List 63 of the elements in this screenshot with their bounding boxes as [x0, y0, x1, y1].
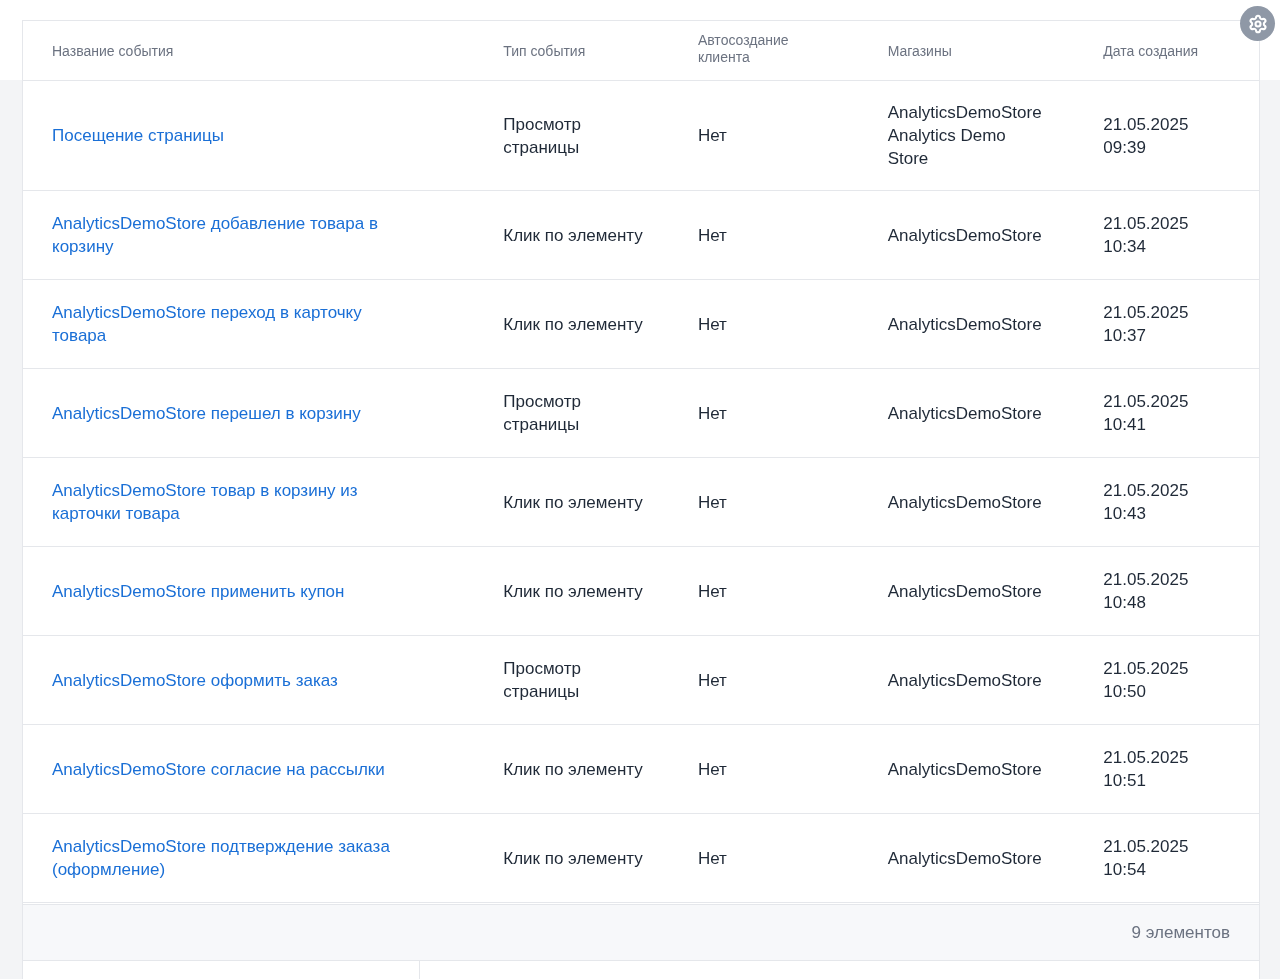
- store-name: AnalyticsDemoStore: [887, 313, 1042, 336]
- store-name: AnalyticsDemoStore: [887, 580, 1042, 603]
- event-type: Клик по элементу: [503, 580, 643, 603]
- column-header[interactable]: Название события: [52, 42, 174, 60]
- event-link[interactable]: AnalyticsDemoStore товар в корзину из карточки товара: [52, 479, 417, 525]
- event-link[interactable]: AnalyticsDemoStore применить купон: [52, 579, 345, 603]
- event-type: Клик по элементу: [503, 758, 643, 781]
- settings-button[interactable]: [1240, 6, 1275, 41]
- event-link[interactable]: AnalyticsDemoStore согласие на рассылки: [52, 757, 385, 781]
- store-name: AnalyticsDemoStore: [887, 758, 1042, 781]
- column-header[interactable]: Автосоздание клиента: [697, 32, 828, 66]
- event-link[interactable]: AnalyticsDemoStore добавление товара в корзину: [52, 212, 417, 258]
- created-date: 21.05.2025: [1103, 747, 1189, 769]
- column-header[interactable]: Тип события: [503, 42, 586, 60]
- event-type: Клик по элементу: [503, 491, 643, 514]
- event-link[interactable]: AnalyticsDemoStore оформить заказ: [52, 668, 338, 692]
- created-date: 21.05.2025: [1103, 213, 1189, 235]
- created-time: 09:39: [1103, 136, 1146, 159]
- store-name: AnalyticsDemoStore: [887, 224, 1042, 247]
- autocreate-value: Нет: [697, 314, 727, 334]
- autocreate-value: Нет: [697, 670, 727, 690]
- created-time: 10:41: [1103, 414, 1146, 436]
- created-date: 21.05.2025: [1103, 302, 1189, 324]
- created-time: 10:48: [1103, 592, 1146, 614]
- created-time: 10:43: [1103, 503, 1146, 525]
- created-date: 21.05.2025: [1103, 569, 1189, 591]
- autocreate-value: Нет: [697, 581, 727, 601]
- created-date: 21.05.2025: [1103, 113, 1189, 136]
- event-link[interactable]: AnalyticsDemoStore перешел в корзину: [52, 401, 361, 425]
- created-date: 21.05.2025: [1103, 391, 1189, 413]
- event-link[interactable]: AnalyticsDemoStore переход в карточку товара: [52, 301, 417, 347]
- store-name: AnalyticsDemoStore: [887, 669, 1042, 692]
- settings-icon: [1247, 13, 1268, 34]
- created-time: 10:34: [1103, 236, 1146, 258]
- event-type: Просмотр страницы: [503, 391, 582, 436]
- column-header[interactable]: Дата создания: [1103, 42, 1199, 60]
- store-name: AnalyticsDemoStore: [887, 102, 1042, 124]
- item-count: 9 элементов: [1131, 921, 1230, 944]
- store-name: AnalyticsDemoStore: [887, 402, 1042, 425]
- event-type: Клик по элементу: [503, 313, 643, 336]
- event-type: Клик по элементу: [503, 847, 643, 870]
- created-date: 21.05.2025: [1103, 480, 1189, 502]
- autocreate-value: Нет: [697, 126, 727, 145]
- created-time: 10:50: [1103, 681, 1146, 703]
- autocreate-value: Нет: [697, 225, 727, 245]
- store-name: AnalyticsDemoStore: [887, 491, 1042, 514]
- event-type: Просмотр страницы: [503, 658, 582, 703]
- autocreate-value: Нет: [697, 848, 727, 868]
- store-name: AnalyticsDemoStore: [887, 847, 1042, 870]
- column-header[interactable]: Магазины: [887, 42, 952, 60]
- autocreate-value: Нет: [697, 759, 727, 779]
- created-time: 10:37: [1103, 325, 1146, 347]
- store-name: Analytics Demo Store: [887, 125, 1007, 170]
- created-time: 10:54: [1103, 859, 1146, 881]
- created-date: 21.05.2025: [1103, 658, 1189, 680]
- created-time: 10:51: [1103, 770, 1146, 792]
- event-link[interactable]: AnalyticsDemoStore подтверждение заказа (оформление): [52, 835, 417, 881]
- event-type: Просмотр страницы: [503, 113, 582, 159]
- event-link[interactable]: Посещение страницы: [52, 124, 224, 147]
- autocreate-value: Нет: [697, 492, 727, 512]
- autocreate-value: Нет: [697, 403, 727, 423]
- event-type: Клик по элементу: [503, 224, 643, 247]
- created-date: 21.05.2025: [1103, 836, 1189, 858]
